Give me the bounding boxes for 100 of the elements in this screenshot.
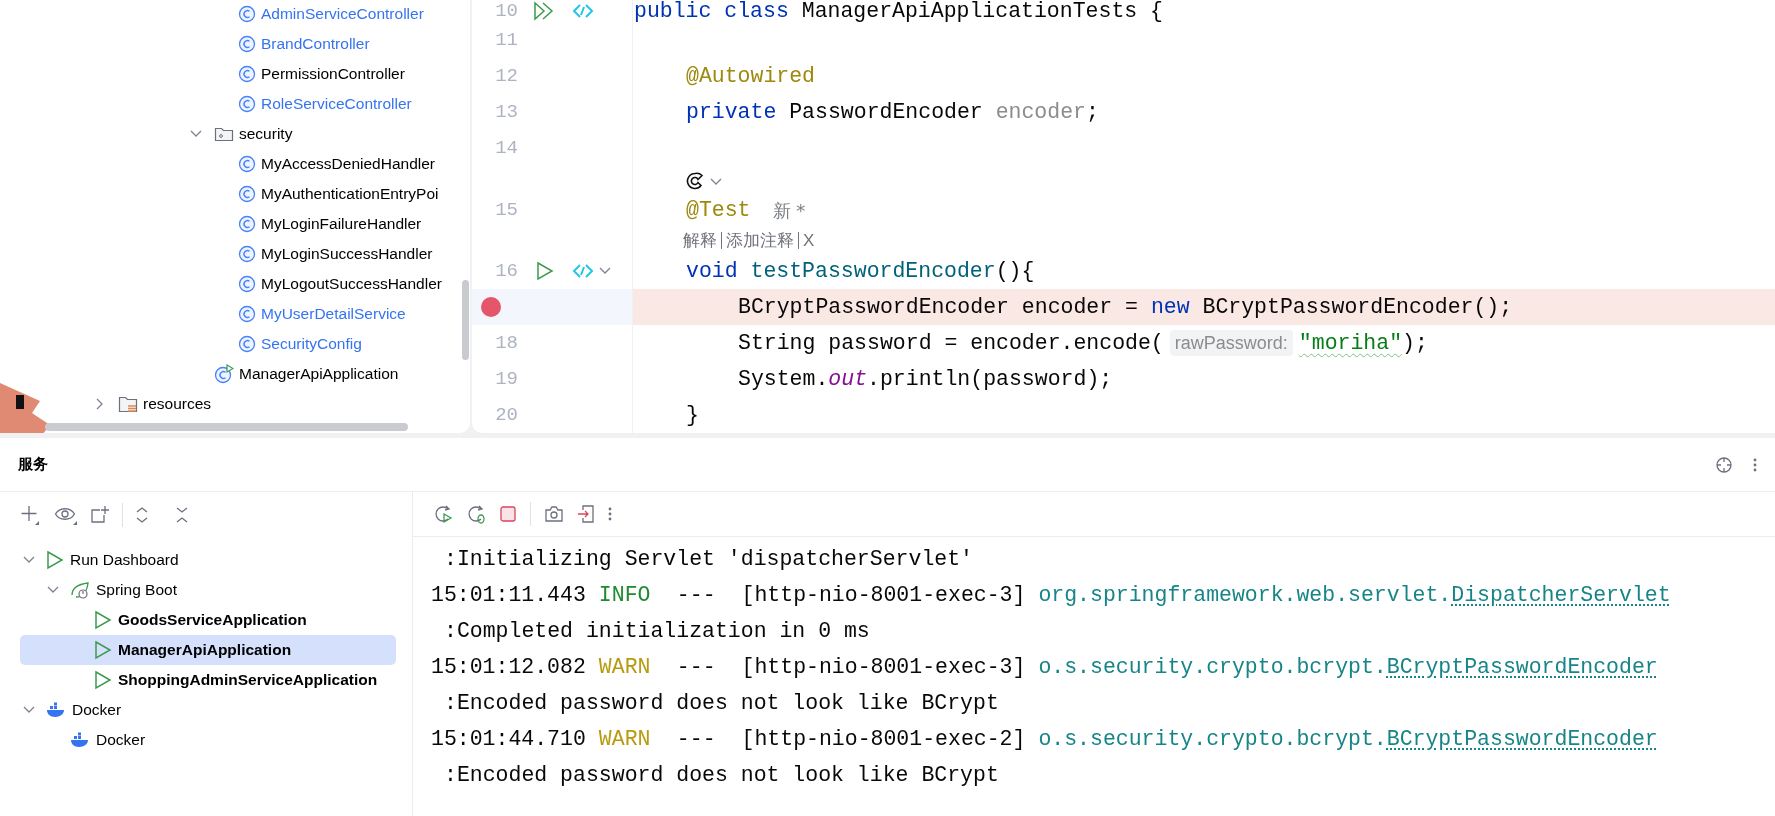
log-thread: [http-nio-8001-exec-2] <box>741 725 1026 753</box>
tree-item[interactable]: MyAuthenticationEntryPoi <box>261 182 439 206</box>
whale-icon <box>46 702 66 718</box>
code-brackets-icon[interactable] <box>571 262 595 280</box>
log-message: :Initializing Servlet 'dispatcherServlet' <box>443 545 973 573</box>
inlay-link[interactable]: X <box>803 227 815 254</box>
parameter-hint: rawPassword: <box>1169 330 1293 356</box>
tree-item[interactable]: MyUserDetailService <box>261 302 406 326</box>
line-number: 11 <box>495 27 518 53</box>
run-icon <box>94 670 112 690</box>
chevron-down-icon[interactable] <box>710 178 722 186</box>
logger-link[interactable]: BCryptPasswordEncoder <box>1386 722 1658 756</box>
log-thread: [http-nio-8001-exec-3] <box>741 581 1026 609</box>
class-icon <box>238 95 256 113</box>
class-icon <box>238 35 256 53</box>
tree-item[interactable]: resources <box>143 392 212 416</box>
log-message: :Encoded password does not look like BCrypt <box>443 689 999 717</box>
code-token: public class <box>634 0 790 25</box>
log-separator: --- <box>676 725 716 753</box>
more-icon[interactable] <box>1753 456 1757 473</box>
logger-package: org.springframework.web.servlet. <box>1038 581 1452 609</box>
collapse-icon[interactable] <box>175 506 189 524</box>
class-icon <box>238 155 256 173</box>
inlay-link[interactable]: 添加注释 <box>726 227 794 254</box>
service-row[interactable]: ShoppingAdminServiceApplication <box>20 665 396 695</box>
new-tab-icon[interactable] <box>90 505 110 525</box>
line-number: 20 <box>495 402 518 428</box>
line-number: 16 <box>495 258 518 284</box>
line-number: 10 <box>495 0 518 24</box>
tree-item[interactable]: BrandController <box>261 32 370 56</box>
class-icon <box>238 275 256 293</box>
code-token: BCryptPasswordEncoder encoder = <box>738 293 1139 321</box>
code-token: ); <box>1402 329 1428 357</box>
class-icon <box>238 5 256 23</box>
line-number: 15 <box>495 197 518 223</box>
code-token: ManagerApiApplicationTests { <box>801 0 1163 25</box>
crosshair-icon[interactable] <box>1715 455 1733 474</box>
service-row[interactable]: Docker <box>20 725 396 755</box>
tree-item[interactable]: ManagerApiApplication <box>239 362 399 386</box>
run-icon <box>94 640 112 660</box>
tree-item[interactable]: AdminServiceController <box>261 2 424 26</box>
whale-icon <box>70 732 90 748</box>
exit-icon[interactable] <box>577 504 595 524</box>
log-separator: --- <box>676 581 716 609</box>
chevron-down-icon[interactable] <box>47 586 59 594</box>
logger-link[interactable]: DispatcherServlet <box>1451 578 1671 612</box>
code-token: out <box>828 365 868 393</box>
inlay-link[interactable]: 解释 <box>683 227 717 254</box>
chevron-down-icon[interactable] <box>190 130 202 138</box>
tree-item[interactable]: security <box>239 122 293 146</box>
code-token: .println(password); <box>867 365 1113 393</box>
logger-link[interactable]: BCryptPasswordEncoder <box>1386 650 1658 684</box>
rerun-debug-icon[interactable] <box>466 504 486 524</box>
tree-item[interactable]: MyLoginFailureHandler <box>261 212 422 236</box>
class-icon <box>238 305 256 323</box>
tree-item[interactable]: RoleServiceController <box>261 92 412 116</box>
run-icon[interactable] <box>536 261 554 281</box>
line-number: 12 <box>495 63 518 89</box>
logger-package: o.s.security.crypto.bcrypt. <box>1038 653 1387 681</box>
code-token: BCryptPasswordEncoder(); <box>1201 293 1513 321</box>
scrollbar[interactable] <box>462 280 469 360</box>
rerun-icon[interactable] <box>433 504 453 524</box>
tree-item[interactable]: SecurityConfig <box>261 332 362 356</box>
add-icon[interactable] <box>20 504 42 526</box>
code-token: System. <box>738 365 829 393</box>
service-row[interactable]: GoodsServiceApplication <box>20 605 396 635</box>
tree-item[interactable]: MyAccessDeniedHandler <box>261 152 436 176</box>
line-number: 19 <box>495 366 518 392</box>
leaf-icon <box>70 581 90 599</box>
chevron-down-icon[interactable] <box>23 706 35 714</box>
chevron-down-icon[interactable] <box>23 556 35 564</box>
tree-item[interactable]: MyLoginSuccessHandler <box>261 242 433 266</box>
line-number: 13 <box>495 99 518 125</box>
more-icon[interactable] <box>608 506 612 522</box>
stop-icon[interactable] <box>499 505 517 523</box>
scrollbar[interactable] <box>45 423 408 431</box>
class-icon <box>238 215 256 233</box>
app-icon <box>214 364 234 384</box>
chevron-down-icon[interactable] <box>599 267 611 275</box>
service-row[interactable]: Spring Boot <box>20 575 396 605</box>
camera-icon[interactable] <box>544 505 564 523</box>
author-hint: 新 * <box>772 198 806 223</box>
log-separator: --- <box>676 653 716 681</box>
log-level: WARN <box>598 653 652 681</box>
line-number: 14 <box>495 135 518 161</box>
service-row[interactable]: Docker <box>20 695 396 725</box>
tree-item[interactable]: PermissionController <box>261 62 405 86</box>
expand-icon[interactable] <box>135 506 149 524</box>
breakpoint-icon[interactable] <box>480 296 502 318</box>
code-token: PasswordEncoder <box>789 98 984 126</box>
log-message: :Completed initialization in 0 ms <box>443 617 870 645</box>
assistant-icon[interactable] <box>686 172 704 190</box>
chevron-right-icon[interactable] <box>96 398 104 410</box>
service-row[interactable]: Run Dashboard <box>20 545 396 575</box>
tree-item[interactable]: MyLogoutSuccessHandler <box>261 272 442 296</box>
code-brackets-icon[interactable] <box>571 2 595 20</box>
code-token: private <box>686 98 778 126</box>
class-icon <box>238 245 256 263</box>
service-row[interactable]: ManagerApiApplication <box>20 635 396 665</box>
panel-title: 服务 <box>18 454 48 475</box>
